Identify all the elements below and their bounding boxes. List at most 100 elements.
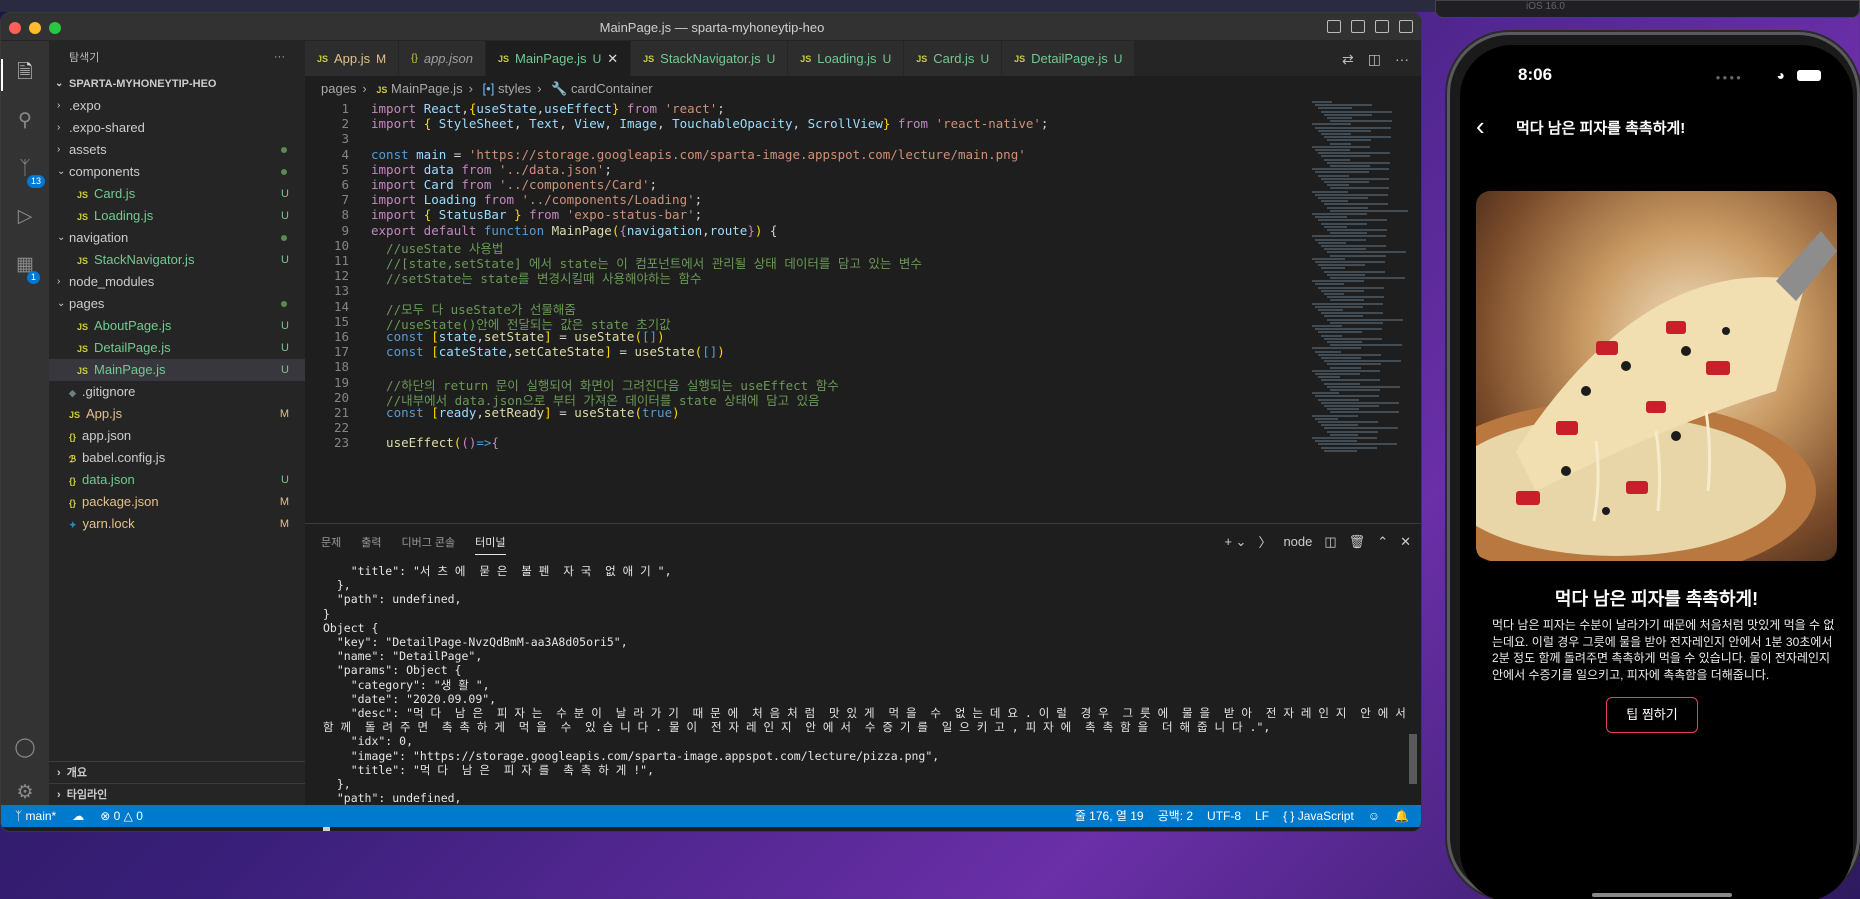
open-changes-icon[interactable]: ⇄ xyxy=(1342,51,1354,68)
problems-indicator[interactable]: ⊗ 0 △ 0 xyxy=(100,805,143,827)
tree-item[interactable]: ⌄ navigation xyxy=(49,227,305,249)
new-terminal-icon[interactable]: + ⌄ xyxy=(1224,534,1246,550)
editor-tab[interactable]: JS App.js M xyxy=(305,41,400,76)
tree-item[interactable]: {} data.json U xyxy=(49,469,305,491)
tree-item[interactable]: JS Card.js U xyxy=(49,183,305,205)
search-icon[interactable]: ⚲ xyxy=(13,109,37,133)
split-editor-icon[interactable]: ◫ xyxy=(1368,51,1381,68)
tree-item[interactable]: › .expo-shared xyxy=(49,117,305,139)
tree-item[interactable]: JS Loading.js U xyxy=(49,205,305,227)
outline-section[interactable]: › 개요 xyxy=(49,761,305,783)
terminal-text: "title": "서 츠 에 묻 은 볼 펜 자 국 없 애 기 ", }, … xyxy=(323,564,1421,819)
tree-item[interactable]: › assets xyxy=(49,139,305,161)
breadcrumb-symbol-styles[interactable]: styles xyxy=(498,81,531,96)
minimap-line xyxy=(1321,200,1348,203)
tree-item[interactable]: › node_modules xyxy=(49,271,305,293)
tree-item[interactable]: {} app.json xyxy=(49,425,305,447)
run-debug-icon[interactable]: ▷ xyxy=(13,205,37,229)
layout-controls xyxy=(1327,20,1413,33)
tree-item[interactable]: JS AboutPage.js U xyxy=(49,315,305,337)
chevron-right-icon: › xyxy=(57,100,61,111)
code-token: setReady xyxy=(483,405,545,420)
minimap-line xyxy=(1321,110,1392,113)
minimap-line xyxy=(1330,209,1408,212)
timeline-section[interactable]: › 타임라인 xyxy=(49,783,305,805)
breadcrumb-symbol-card[interactable]: cardContainer xyxy=(571,81,653,96)
editor-tab[interactable]: JS DetailPage.js U xyxy=(1002,41,1136,76)
code-token: import xyxy=(371,177,424,192)
end-of-line[interactable]: LF xyxy=(1255,805,1269,827)
maximize-panel-icon[interactable]: ⌃ xyxy=(1377,534,1388,550)
branch-indicator[interactable]: ᛉ main* xyxy=(15,805,56,827)
line-number: 22 xyxy=(333,420,349,436)
minimap[interactable] xyxy=(1308,101,1418,461)
tree-item[interactable]: JS StackNavigator.js U xyxy=(49,249,305,271)
code-token: '../components/Card' xyxy=(498,177,650,192)
close-panel-icon[interactable]: ✕ xyxy=(1400,534,1411,550)
terminal-shell-label[interactable]: node xyxy=(1283,534,1312,549)
indentation[interactable]: 공백: 2 xyxy=(1158,805,1193,827)
editor-tab[interactable]: JS Card.js U xyxy=(904,41,1003,76)
gear-icon[interactable]: ⚙ xyxy=(13,781,37,805)
phone-time: 8:06 xyxy=(1518,65,1553,84)
tree-item[interactable]: ◆ .gitignore xyxy=(49,381,305,403)
split-terminal-icon[interactable]: ◫ xyxy=(1324,534,1336,550)
minimap-line xyxy=(1327,229,1387,231)
panel-tab[interactable]: 출력 xyxy=(361,534,381,555)
code-token: main xyxy=(416,146,447,162)
explorer-icon[interactable]: 🗎 xyxy=(13,61,37,85)
account-icon[interactable]: ◯ xyxy=(13,736,37,760)
toggle-panel-icon[interactable] xyxy=(1351,20,1365,33)
minimap-line xyxy=(1318,443,1397,446)
editor-tab[interactable]: {} app.json xyxy=(399,41,486,76)
breadcrumb-folder[interactable]: pages xyxy=(321,81,356,96)
tree-item[interactable]: JS DetailPage.js U xyxy=(49,337,305,359)
language-mode[interactable]: { } JavaScript xyxy=(1283,805,1354,827)
more-actions-icon[interactable]: ··· xyxy=(274,51,285,63)
panel-tab[interactable]: 문제 xyxy=(321,534,341,555)
code-token: , xyxy=(476,329,484,344)
tree-item[interactable]: ⌄ components xyxy=(49,161,305,183)
property-icon: 🔧 xyxy=(551,81,568,96)
tree-item[interactable]: {} package.json M xyxy=(49,491,305,513)
tree-item[interactable]: JS MainPage.js U xyxy=(49,359,305,381)
minimap-line xyxy=(1321,133,1351,135)
code-editor[interactable]: 1 import React,{useState,useEffect} from … xyxy=(305,101,1305,521)
more-icon[interactable]: ··· xyxy=(1395,51,1409,68)
save-tip-button[interactable]: 팁 찜하기 xyxy=(1606,697,1698,733)
cursor-position[interactable]: 줄 176, 열 19 xyxy=(1075,805,1144,827)
customize-layout-icon[interactable] xyxy=(1399,20,1413,33)
home-indicator[interactable] xyxy=(1592,893,1732,897)
line-number: 23 xyxy=(333,435,349,451)
trash-icon[interactable]: 🗑 xyxy=(1349,534,1366,550)
js-file-icon: JS xyxy=(77,344,89,354)
tree-item[interactable]: ⌄ pages xyxy=(49,293,305,315)
close-tab-icon[interactable]: ✕ xyxy=(607,51,618,67)
editor-tab[interactable]: JS Loading.js U xyxy=(788,41,905,76)
terminal-output[interactable]: "title": "서 츠 에 묻 은 볼 펜 자 국 없 애 기 ", }, … xyxy=(323,564,1421,831)
breadcrumb-file[interactable]: MainPage.js xyxy=(391,81,463,96)
tree-item-label: AboutPage.js xyxy=(94,318,172,333)
back-arrow-icon[interactable]: ‹ xyxy=(1476,111,1485,141)
tree-item[interactable]: ✦ yarn.lock M xyxy=(49,513,305,535)
editor-tab[interactable]: JS MainPage.js U ✕ xyxy=(486,41,632,76)
tree-item-label: MainPage.js xyxy=(94,362,166,377)
code-token: ) xyxy=(672,405,680,420)
tree-item[interactable]: JS App.js M xyxy=(49,403,305,425)
panel-tab[interactable]: 디버그 콘솔 xyxy=(402,534,456,555)
panel-tab[interactable]: 터미널 xyxy=(475,534,506,555)
project-root[interactable]: ⌄ SPARTA-MYHONEYTIP-HEO xyxy=(49,73,305,95)
toggle-secondary-sidebar-icon[interactable] xyxy=(1375,20,1389,33)
tree-item[interactable]: ℬbabel.config.js xyxy=(49,447,305,469)
encoding[interactable]: UTF-8 xyxy=(1207,805,1241,827)
terminal-scrollbar[interactable] xyxy=(1409,734,1417,784)
editor-tab[interactable]: JS StackNavigator.js U xyxy=(631,41,789,76)
sync-icon[interactable]: ☁ xyxy=(72,805,84,827)
bell-icon[interactable]: 🔔 xyxy=(1394,805,1409,827)
minimap-line xyxy=(1318,152,1390,155)
toggle-sidebar-icon[interactable] xyxy=(1327,20,1341,33)
code-token: ; xyxy=(604,161,612,177)
feedback-icon[interactable]: ☺ xyxy=(1368,805,1380,827)
minimap-line xyxy=(1324,360,1401,363)
tree-item[interactable]: › .expo xyxy=(49,95,305,117)
